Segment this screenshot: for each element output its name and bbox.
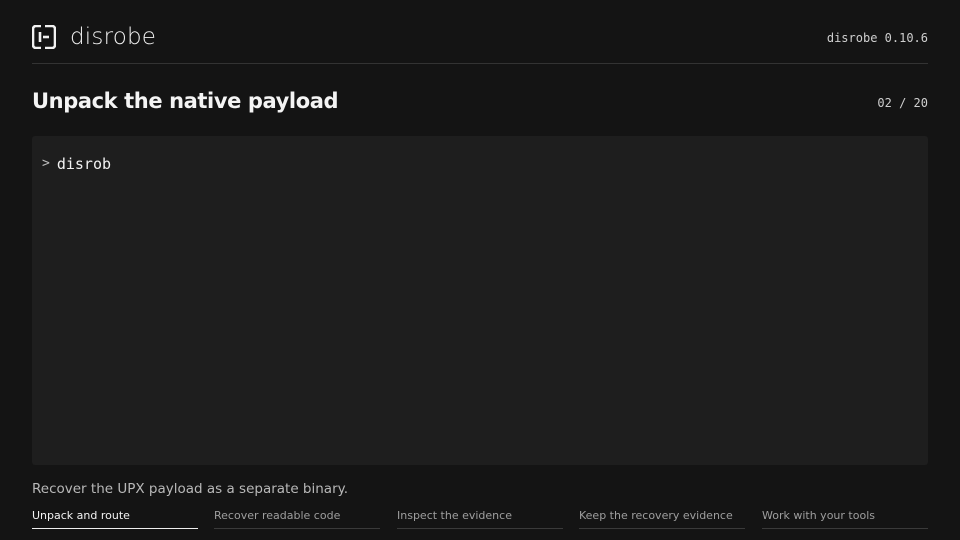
tab-label: Work with your tools <box>762 509 875 522</box>
slide-caption: Recover the UPX payload as a separate bi… <box>32 481 348 497</box>
prompt-chevron-icon: > <box>42 156 50 171</box>
tab-label: Inspect the evidence <box>397 509 512 522</box>
tab-work-with-your-tools[interactable]: Work with your tools <box>762 508 928 529</box>
tab-keep-the-recovery-evidence[interactable]: Keep the recovery evidence <box>579 508 745 529</box>
tab-label: Recover readable code <box>214 509 341 522</box>
terminal-panel[interactable]: > disrob <box>32 136 928 465</box>
tab-recover-readable-code[interactable]: Recover readable code <box>214 508 380 529</box>
brand-name: disrobe <box>70 24 157 50</box>
chapter-tabs: Unpack and route Recover readable code I… <box>32 508 928 529</box>
slide-counter: 02 / 20 <box>877 96 928 110</box>
terminal-line: > disrob <box>42 154 111 174</box>
header: disrobe disrobe 0.10.6 <box>32 22 928 64</box>
version-label: disrobe 0.10.6 <box>826 31 928 45</box>
brand[interactable]: disrobe <box>32 22 156 52</box>
tab-inspect-the-evidence[interactable]: Inspect the evidence <box>397 508 563 529</box>
tab-label: Keep the recovery evidence <box>579 509 733 522</box>
tab-unpack-and-route[interactable]: Unpack and route <box>32 508 198 529</box>
page-title: Unpack the native payload <box>32 89 339 113</box>
terminal-command: disrob <box>56 155 112 173</box>
disrobe-logo-icon <box>32 25 56 49</box>
tab-label: Unpack and route <box>32 509 130 522</box>
